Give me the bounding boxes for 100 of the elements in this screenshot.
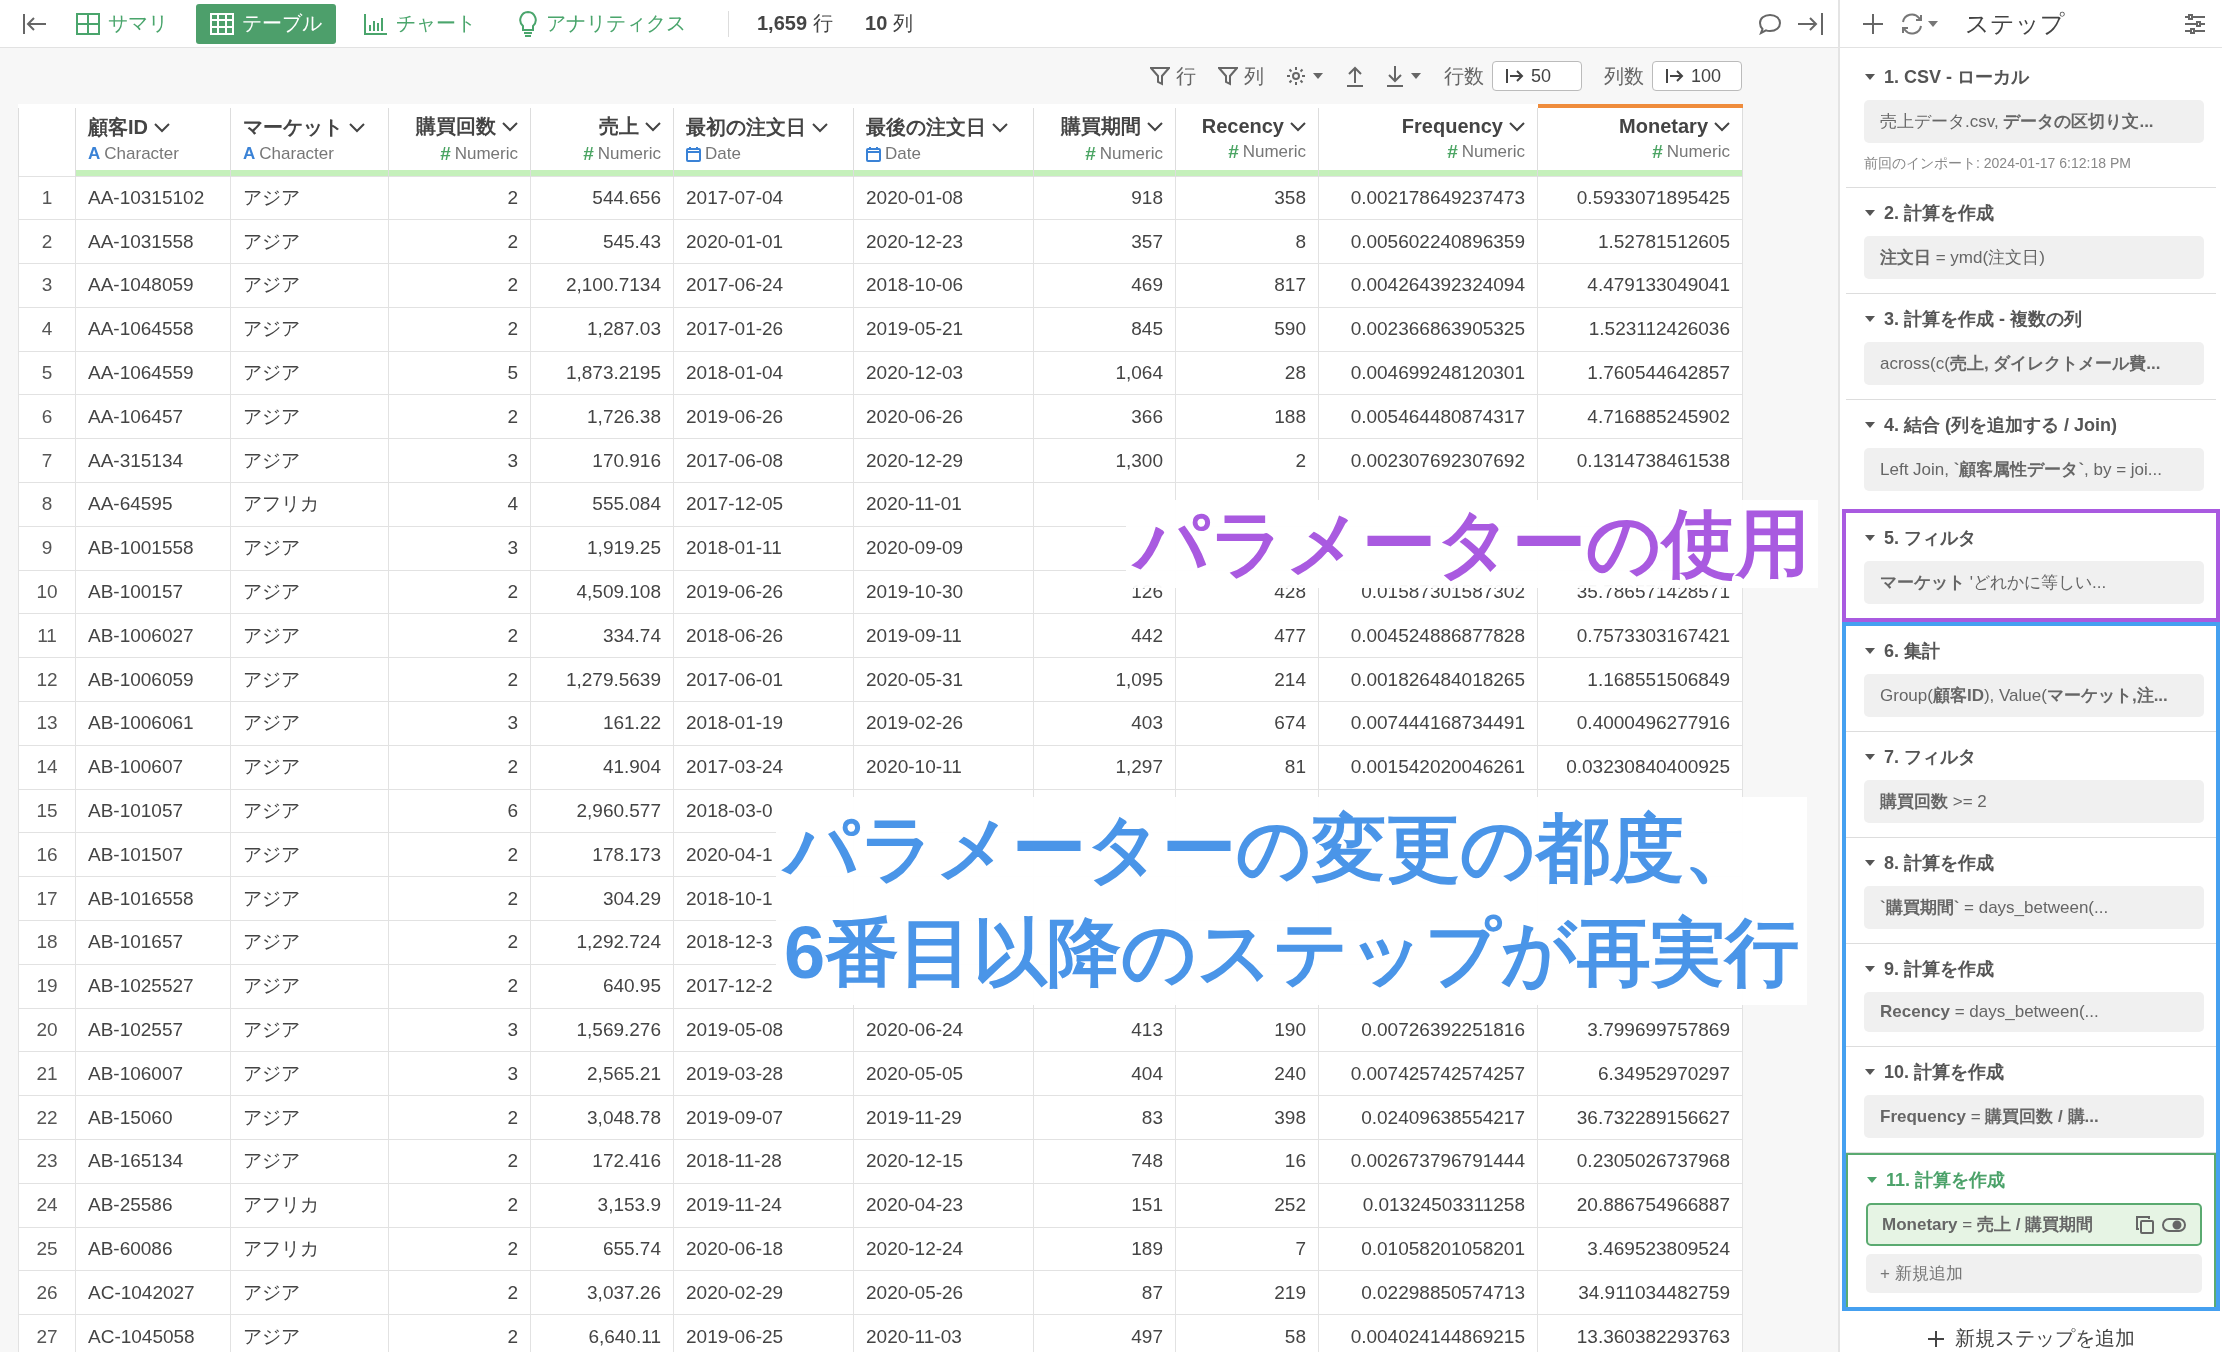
step-card[interactable]: 11. 計算を作成 Monetary = 売上 / 購買期間 + 新規追加 (1846, 1153, 2216, 1307)
caret-down-icon[interactable] (1864, 753, 1876, 761)
chevron-down-icon[interactable] (812, 122, 828, 133)
table-cell: 0.02409638554217 (1361, 1106, 1525, 1128)
plus-icon[interactable] (1862, 12, 1884, 35)
limit-label: 行数 (1444, 63, 1484, 89)
settings-icon[interactable] (2184, 12, 2206, 35)
caret-down-icon[interactable] (1864, 534, 1876, 542)
table-cell: 0.002307692307692 (1350, 449, 1525, 471)
table-cell: 2018-12-3 (686, 931, 773, 953)
table-cell: 413 (1131, 1019, 1163, 1041)
step-expression[interactable]: across(c(売上, ダイレクトメール費... (1864, 342, 2204, 385)
chevron-down-icon[interactable] (1714, 121, 1730, 132)
column-header[interactable]: 最初の注文日 Date (673, 106, 854, 170)
copy-icon[interactable] (2136, 1215, 2154, 1234)
step-title: 7. フィルタ (1884, 746, 1976, 769)
table-cell: 0.002366863905325 (1350, 318, 1525, 340)
caret-down-icon[interactable] (1864, 965, 1876, 973)
column-header[interactable]: マーケット A Character (230, 106, 389, 170)
table-cell: 3,048.78 (587, 1106, 661, 1128)
chevron-down-icon[interactable] (154, 122, 170, 133)
download-button[interactable] (1386, 65, 1422, 87)
chevron-down-icon[interactable] (645, 121, 661, 132)
step-expression[interactable]: 売上データ.csv, データの区切り文... (1864, 100, 2204, 143)
table-cell: アフリカ (243, 1238, 319, 1259)
chevron-down-icon[interactable] (502, 121, 518, 132)
step-expression[interactable]: Group(顧客ID), Value(マーケット,注... (1864, 674, 2204, 717)
caret-icon (1927, 19, 1939, 28)
step-expression[interactable]: Monetary = 売上 / 購買期間 (1866, 1203, 2202, 1246)
row-number: 8 (18, 482, 76, 527)
caret-down-icon[interactable] (1864, 315, 1876, 323)
step-expression[interactable]: Recency = days_between(... (1864, 992, 2204, 1032)
step-card[interactable]: 2. 計算を作成 注文日 = ymd(注文日) (1846, 188, 2216, 294)
chevron-down-icon[interactable] (1509, 121, 1525, 132)
column-header[interactable]: 顧客ID A Character (75, 106, 231, 170)
column-header[interactable]: 購買期間 # Numeric (1033, 106, 1176, 170)
step-expression[interactable]: Left Join, `顧客属性データ`, by = joi... (1864, 448, 2204, 491)
table-cell: 2 (507, 843, 518, 865)
column-filter-button[interactable]: 列 (1218, 62, 1264, 90)
step-card[interactable]: 6. 集計 Group(顧客ID), Value(マーケット,注... (1846, 626, 2216, 732)
column-type: Character (104, 144, 179, 164)
chevron-down-icon[interactable] (1147, 121, 1163, 132)
table-cell: 2 (507, 624, 518, 646)
step-card[interactable]: 7. フィルタ 購買回数 >= 2 (1846, 732, 2216, 838)
refresh-button[interactable] (1900, 11, 1939, 36)
table-cell: アジア (243, 800, 300, 822)
step-expression[interactable]: 購買回数 >= 2 (1864, 780, 2204, 823)
step-card[interactable]: 8. 計算を作成 `購買期間` = days_between(... (1846, 838, 2216, 944)
column-type: Character (259, 144, 334, 164)
table-cell: 2019-05-21 (866, 318, 964, 340)
table-cell: 2020-12-23 (866, 230, 964, 252)
step-title: 2. 計算を作成 (1884, 202, 1994, 225)
caret-down-icon[interactable] (1864, 1068, 1876, 1076)
step-expression[interactable]: 注文日 = ymd(注文日) (1864, 236, 2204, 279)
caret-down-icon[interactable] (1864, 209, 1876, 217)
table-cell: 0.2305026737968 (1576, 1150, 1730, 1172)
column-limit-field[interactable]: 100 (1652, 61, 1742, 91)
column-header[interactable]: 最後の注文日 Date (853, 106, 1034, 170)
step-card[interactable]: 4. 結合 (列を追加する / Join) Left Join, `顧客属性データ`, by = joi... (1846, 400, 2216, 505)
comment-icon[interactable] (1758, 12, 1782, 35)
caret-down-icon[interactable] (1864, 73, 1876, 81)
step-card[interactable]: 1. CSV - ローカル 売上データ.csv, データの区切り文... 前回のインポート: 2024-01-17 6:12:18 PM (1846, 52, 2216, 188)
caret-down-icon[interactable] (1864, 859, 1876, 867)
step-expression[interactable]: `購買期間` = days_between(... (1864, 886, 2204, 929)
collapse-right-icon[interactable] (1796, 10, 1824, 37)
column-name: 最初の注文日 (686, 115, 806, 140)
caret-down-icon[interactable] (1864, 421, 1876, 429)
column-header[interactable]: Frequency # Numeric (1318, 106, 1538, 170)
row-number: 6 (18, 395, 76, 439)
column-header[interactable]: Monetary # Numeric (1537, 106, 1743, 170)
chevron-down-icon[interactable] (1290, 121, 1306, 132)
step-expression[interactable]: Frequency = 購買回数 / 購... (1864, 1095, 2204, 1138)
caret-down-icon[interactable] (1866, 1176, 1878, 1184)
add-button[interactable]: + 新規追加 (1866, 1254, 2202, 1293)
table-cell: 1,287.03 (587, 318, 661, 340)
table-cell: 2017-06-01 (686, 668, 784, 690)
table-cell: 2018-01-19 (686, 712, 784, 734)
chevron-down-icon[interactable] (349, 122, 365, 133)
step-card[interactable]: 3. 計算を作成 - 複数の列 across(c(売上, ダイレクトメール費... (1846, 294, 2216, 400)
chevron-down-icon[interactable] (992, 122, 1008, 133)
column-header[interactable]: Recency # Numeric (1175, 106, 1319, 170)
row-limit-field[interactable]: 50 (1492, 61, 1582, 91)
step-card[interactable]: 9. 計算を作成 Recency = days_between(... (1846, 944, 2216, 1047)
step-card[interactable]: 5. フィルタ マーケット 'どれかに等しい... (1846, 513, 2216, 618)
table-cell: 219 (1274, 1281, 1306, 1303)
settings-button[interactable] (1286, 66, 1324, 86)
upload-icon[interactable] (1346, 65, 1364, 87)
caret-down-icon[interactable] (1864, 647, 1876, 655)
grid-icon (76, 12, 100, 35)
step-card[interactable]: 10. 計算を作成 Frequency = 購買回数 / 購... (1846, 1047, 2216, 1153)
table-cell: 2 (507, 186, 518, 208)
step-expression[interactable]: マーケット 'どれかに等しい... (1864, 561, 2204, 604)
add-step-button[interactable]: 新規ステップを追加 (1840, 1325, 2222, 1352)
table-cell: アジア (243, 449, 300, 471)
table-cell: 190 (1274, 1019, 1306, 1041)
table-cell: 58 (1284, 1325, 1306, 1347)
collapse-left-icon[interactable] (22, 11, 48, 36)
column-header[interactable]: 購買回数 # Numeric (388, 106, 531, 170)
row-filter-button[interactable]: 行 (1150, 62, 1196, 90)
column-header[interactable]: 売上 # Numeric (530, 106, 674, 170)
